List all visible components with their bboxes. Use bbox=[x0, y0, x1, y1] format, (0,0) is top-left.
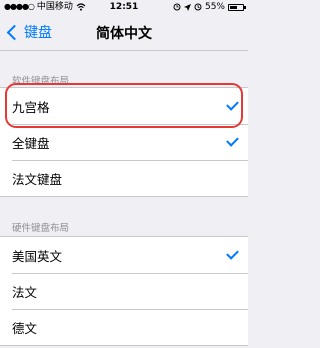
list-item-label: 法文键盘 bbox=[12, 171, 63, 187]
list-item-full-keyboard[interactable]: 全键盘 bbox=[0, 124, 248, 160]
list-item-jiugongge[interactable]: 九宫格 bbox=[0, 88, 248, 124]
hardware-layout-list: 美国英文 法文 德文 bbox=[0, 236, 248, 346]
list-item-label: 法文 bbox=[12, 284, 38, 300]
software-section-header: 软件键盘布局 bbox=[12, 76, 70, 87]
page-title: 简体中文 bbox=[96, 26, 152, 42]
list-item-label: 德文 bbox=[12, 320, 38, 336]
list-item-french-keyboard[interactable]: 法文键盘 bbox=[0, 160, 248, 196]
checkmark-icon bbox=[226, 246, 239, 260]
hardware-section-header: 硬件键盘布局 bbox=[12, 223, 70, 234]
battery-icon bbox=[228, 3, 246, 11]
navigation-bar: 键盘 简体中文 bbox=[0, 14, 248, 51]
battery-fill bbox=[230, 5, 237, 9]
checkmark-icon bbox=[226, 133, 239, 147]
status-bar: ●●●●○ 中国移动 12:51 55% bbox=[0, 0, 248, 14]
list-item-label: 九宫格 bbox=[12, 99, 50, 115]
checkmark-icon bbox=[226, 97, 239, 111]
software-layout-list: 九宫格 全键盘 法文键盘 bbox=[0, 87, 248, 197]
status-time: 12:51 bbox=[109, 2, 139, 12]
list-item-us-english[interactable]: 美国英文 bbox=[0, 237, 248, 273]
list-item-label: 全键盘 bbox=[12, 135, 50, 151]
list-item-french[interactable]: 法文 bbox=[0, 273, 248, 309]
list-item-label: 美国英文 bbox=[12, 248, 63, 264]
list-item-german[interactable]: 德文 bbox=[0, 309, 248, 345]
